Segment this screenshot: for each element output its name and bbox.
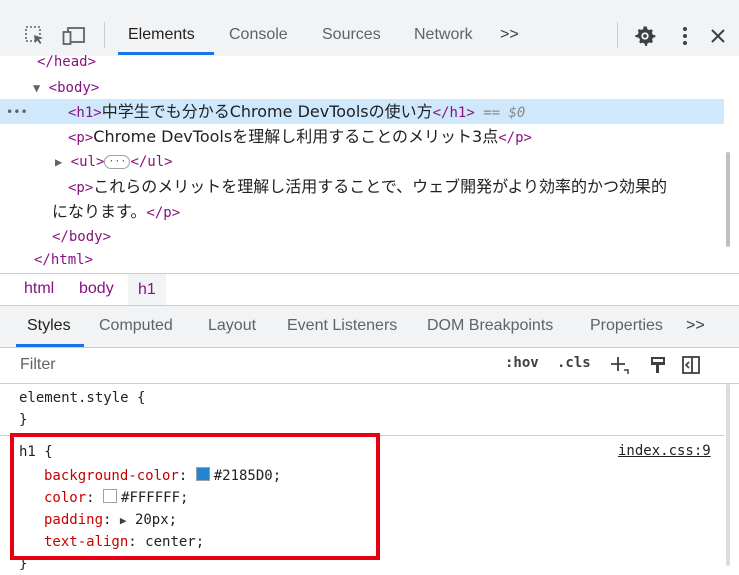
tag-close: </p> bbox=[498, 130, 532, 146]
inspect-element-icon[interactable] bbox=[24, 25, 46, 47]
more-options-icon[interactable] bbox=[680, 25, 690, 47]
element-style-selector[interactable]: element.style { bbox=[19, 387, 145, 409]
tag-close: </p> bbox=[146, 205, 181, 221]
styles-pane-tabs: Styles Computed Layout Event Listeners D… bbox=[0, 306, 739, 348]
tab-dom-breakpoints[interactable]: DOM Breakpoints bbox=[427, 317, 553, 335]
toolbar-divider bbox=[104, 22, 105, 48]
toggle-sidebar-icon[interactable] bbox=[681, 355, 701, 375]
collapsed-children-badge[interactable]: ··· bbox=[104, 155, 131, 169]
breadcrumb-body[interactable]: body bbox=[79, 280, 114, 298]
tag-text: </head> bbox=[37, 54, 97, 70]
tag-open: <h1> bbox=[68, 105, 102, 121]
tab-layout[interactable]: Layout bbox=[208, 317, 256, 335]
tab-properties[interactable]: Properties bbox=[590, 317, 663, 335]
tag-open: <ul> bbox=[70, 154, 105, 170]
tab-styles[interactable]: Styles bbox=[27, 317, 71, 335]
hov-toggle-button[interactable]: :hov bbox=[505, 355, 539, 371]
tree-line-p2-cont[interactable]: になります。</p> bbox=[52, 201, 180, 224]
node-text: 中学生でも分かるChrome DevToolsの使い方 bbox=[101, 102, 433, 121]
expand-triangle-icon[interactable]: ▶ bbox=[55, 155, 62, 169]
computed-styles-icon[interactable] bbox=[648, 355, 668, 375]
tab-network[interactable]: Network bbox=[414, 24, 473, 46]
tree-line-p1[interactable]: <p>Chrome DevToolsを理解し利用することのメリット3点</p> bbox=[68, 126, 532, 149]
active-tab-indicator bbox=[16, 344, 84, 347]
tag-close: </h1> bbox=[432, 105, 475, 121]
more-tabs-button[interactable]: >> bbox=[686, 317, 705, 335]
filter-input[interactable] bbox=[10, 352, 480, 378]
tab-console[interactable]: Console bbox=[229, 24, 288, 46]
tree-line-head-close[interactable]: </head> bbox=[37, 51, 96, 73]
element-style-close: } bbox=[19, 412, 28, 428]
settings-gear-icon[interactable] bbox=[634, 25, 656, 47]
toolbar-divider-right bbox=[617, 22, 618, 48]
device-toolbar-icon[interactable] bbox=[62, 25, 86, 47]
breadcrumb-html[interactable]: html bbox=[24, 280, 54, 298]
node-text: Chrome DevToolsを理解し利用することのメリット3点 bbox=[93, 127, 499, 146]
breadcrumb-h1[interactable]: h1 bbox=[128, 274, 166, 305]
tree-scrollbar[interactable] bbox=[726, 152, 730, 247]
tag-open: <p> bbox=[68, 130, 94, 146]
tag-text: </body> bbox=[52, 229, 112, 245]
tree-line-body-open[interactable]: ▼ <body> bbox=[33, 77, 99, 99]
dom-tree-panel: </head> ▼ <body> ••• <h1>中学生でも分かるChrome … bbox=[0, 54, 739, 274]
close-icon[interactable] bbox=[709, 27, 727, 45]
tree-line-h1[interactable]: <h1>中学生でも分かるChrome DevToolsの使い方</h1> == … bbox=[68, 101, 525, 124]
styles-filter-bar: :hov .cls bbox=[0, 348, 739, 384]
highlight-annotation-box bbox=[10, 433, 380, 560]
new-style-rule-icon[interactable] bbox=[610, 355, 630, 377]
selected-node-marker: == $0 bbox=[474, 105, 526, 121]
more-tabs-button[interactable]: >> bbox=[500, 24, 519, 46]
tab-elements[interactable]: Elements bbox=[128, 24, 195, 46]
node-ellipsis-icon[interactable]: ••• bbox=[6, 101, 28, 123]
tag-text: <body> bbox=[48, 80, 100, 96]
tag-close: </ul> bbox=[130, 154, 173, 170]
expand-triangle-icon[interactable]: ▼ bbox=[33, 81, 40, 95]
tab-event-listeners[interactable]: Event Listeners bbox=[287, 317, 397, 335]
node-text: になります。 bbox=[52, 202, 147, 221]
tag-text: </html> bbox=[34, 252, 94, 268]
tag-open: <p> bbox=[68, 180, 94, 196]
styles-scrollbar[interactable] bbox=[726, 384, 730, 566]
tree-line-p2[interactable]: <p>これらのメリットを理解し活用することで、ウェブ開発がより効率的かつ効果的 bbox=[68, 176, 667, 199]
tree-line-ul[interactable]: ▶ <ul> ··· </ul> bbox=[55, 151, 173, 173]
breadcrumb: html body h1 bbox=[0, 274, 739, 306]
tab-sources[interactable]: Sources bbox=[322, 24, 381, 46]
node-text: これらのメリットを理解し活用することで、ウェブ開発がより効率的かつ効果的 bbox=[93, 177, 668, 196]
active-tab-indicator bbox=[118, 52, 214, 55]
rule-source-link[interactable]: index.css:9 bbox=[618, 443, 711, 459]
tree-line-body-close[interactable]: </body> bbox=[52, 226, 111, 248]
cls-toggle-button[interactable]: .cls bbox=[557, 355, 591, 371]
tree-line-html-close[interactable]: </html> bbox=[34, 249, 93, 271]
tab-computed[interactable]: Computed bbox=[99, 317, 173, 335]
